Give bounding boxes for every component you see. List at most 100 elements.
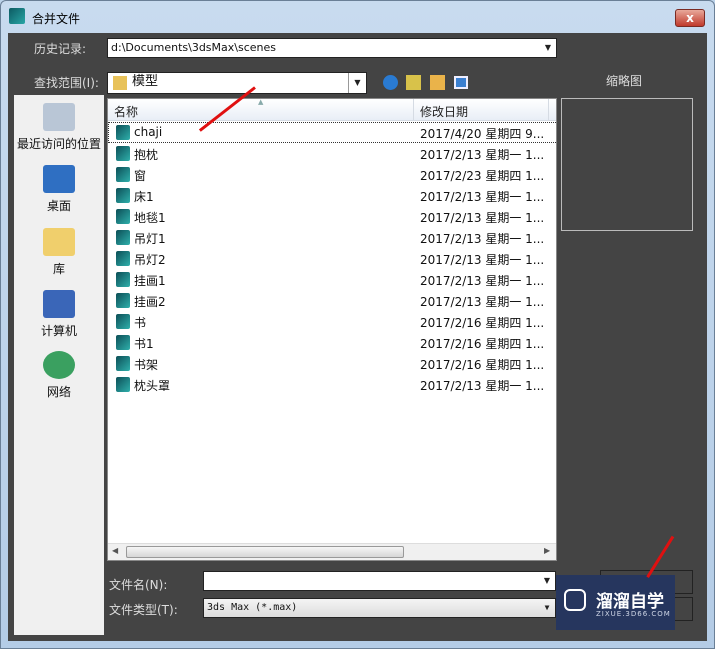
window-title: 合并文件 xyxy=(32,12,81,26)
max-file-icon xyxy=(116,272,130,287)
file-date: 2017/2/13 星期一 1... xyxy=(420,274,545,288)
watermark-url: ZIXUE.3D66.COM xyxy=(596,610,671,618)
file-name: chaji xyxy=(134,125,163,139)
place-label: 桌面 xyxy=(46,199,71,213)
file-date: 2017/2/13 星期一 1... xyxy=(420,190,545,204)
new-folder-icon[interactable] xyxy=(430,75,445,90)
thumbnail-label: 缩略图 xyxy=(606,74,643,88)
file-list[interactable]: 名称 ▲ 修改日期 chaji 2017/4/20 星期四 9... 抱枕 2017/… xyxy=(107,98,557,561)
file-row[interactable]: 抱枕 2017/2/13 星期一 1... xyxy=(108,143,556,164)
place-label: 计算机 xyxy=(40,324,77,338)
place-desktop[interactable]: 桌面 xyxy=(14,165,104,214)
library-icon xyxy=(43,228,75,256)
file-row[interactable]: 窗 2017/2/23 星期四 1... xyxy=(108,164,556,185)
place-network[interactable]: 网络 xyxy=(14,351,104,400)
place-label: 库 xyxy=(52,262,65,276)
file-date: 2017/4/20 星期四 9... xyxy=(420,127,545,141)
file-date: 2017/2/16 星期四 1... xyxy=(420,337,545,351)
max-file-icon xyxy=(116,314,130,329)
file-date: 2017/2/13 星期一 1... xyxy=(420,211,545,225)
scroll-right-icon[interactable]: ▶ xyxy=(544,546,550,555)
max-file-icon xyxy=(116,356,130,371)
file-row[interactable]: 吊灯2 2017/2/13 星期一 1... xyxy=(108,248,556,269)
places-bar: 最近访问的位置 桌面 库 计算机 网络 xyxy=(14,95,104,635)
file-name: 书架 xyxy=(134,358,159,372)
back-icon[interactable] xyxy=(383,75,398,90)
file-row[interactable]: chaji 2017/4/20 星期四 9... xyxy=(108,122,556,143)
list-header: 名称 ▲ 修改日期 xyxy=(108,98,556,121)
chevron-down-icon[interactable]: ▼ xyxy=(539,599,555,617)
close-button[interactable]: x xyxy=(675,9,705,27)
file-row[interactable]: 床1 2017/2/13 星期一 1... xyxy=(108,185,556,206)
recent-places-icon xyxy=(43,103,75,131)
max-file-icon xyxy=(116,251,130,266)
file-name: 窗 xyxy=(134,169,147,183)
file-name: 抱枕 xyxy=(134,148,159,162)
column-header-date[interactable]: 修改日期 xyxy=(420,103,468,120)
filetype-value: 3ds Max (*.max) xyxy=(207,602,298,613)
file-row[interactable]: 地毯1 2017/2/13 星期一 1... xyxy=(108,206,556,227)
chevron-down-icon[interactable]: ▼ xyxy=(540,39,556,57)
place-library[interactable]: 库 xyxy=(14,228,104,277)
watermark: 溜溜自学 ZIXUE.3D66.COM xyxy=(556,575,675,630)
column-divider xyxy=(548,99,549,121)
file-name: 枕头罩 xyxy=(134,379,171,393)
file-row[interactable]: 书1 2017/2/16 星期四 1... xyxy=(108,332,556,353)
computer-icon xyxy=(43,290,75,318)
file-name: 挂画2 xyxy=(134,295,166,309)
file-name: 书 xyxy=(134,316,147,330)
file-name: 挂画1 xyxy=(134,274,166,288)
max-file-icon xyxy=(116,335,130,350)
view-menu-icon[interactable] xyxy=(454,76,468,89)
file-row[interactable]: 挂画2 2017/2/13 星期一 1... xyxy=(108,290,556,311)
play-logo-icon xyxy=(564,589,586,611)
file-date: 2017/2/13 星期一 1... xyxy=(420,295,545,309)
file-row[interactable]: 书架 2017/2/16 星期四 1... xyxy=(108,353,556,374)
watermark-title: 溜溜自学 xyxy=(596,592,664,612)
file-date: 2017/2/13 星期一 1... xyxy=(420,148,545,162)
file-row[interactable]: 书 2017/2/16 星期四 1... xyxy=(108,311,556,332)
max-file-icon xyxy=(116,125,130,140)
place-computer[interactable]: 计算机 xyxy=(14,290,104,339)
place-recent[interactable]: 最近访问的位置 xyxy=(14,103,104,152)
filetype-label: 文件类型(T): xyxy=(109,603,178,617)
file-row[interactable]: 枕头罩 2017/2/13 星期一 1... xyxy=(108,374,556,395)
max-file-icon xyxy=(116,188,130,203)
max-file-icon xyxy=(116,293,130,308)
max-file-icon xyxy=(116,167,130,182)
up-folder-icon[interactable] xyxy=(406,75,421,90)
file-date: 2017/2/13 星期一 1... xyxy=(420,253,545,267)
file-name: 床1 xyxy=(134,190,154,204)
history-combo[interactable]: d:\Documents\3dsMax\scenes ▼ xyxy=(107,38,557,58)
sort-ascending-icon: ▲ xyxy=(258,98,264,106)
column-divider xyxy=(413,99,414,121)
file-date: 2017/2/16 星期四 1... xyxy=(420,358,545,372)
desktop-icon xyxy=(43,165,75,193)
history-label: 历史记录: xyxy=(34,42,87,56)
history-value: d:\Documents\3dsMax\scenes xyxy=(111,41,276,54)
file-date: 2017/2/16 星期四 1... xyxy=(420,316,545,330)
horizontal-scrollbar[interactable]: ◀ ▶ xyxy=(108,543,556,560)
filetype-select[interactable]: 3ds Max (*.max) ▼ xyxy=(203,598,556,618)
file-name: 地毯1 xyxy=(134,211,166,225)
place-label: 最近访问的位置 xyxy=(16,137,101,151)
max-file-icon xyxy=(116,209,130,224)
filename-label: 文件名(N): xyxy=(109,578,168,592)
file-date: 2017/2/13 星期一 1... xyxy=(420,379,545,393)
file-date: 2017/2/13 星期一 1... xyxy=(420,232,545,246)
scroll-left-icon[interactable]: ◀ xyxy=(112,546,118,555)
chevron-down-icon[interactable]: ▼ xyxy=(348,73,366,93)
max-file-icon xyxy=(116,146,130,161)
file-row[interactable]: 吊灯1 2017/2/13 星期一 1... xyxy=(108,227,556,248)
chevron-down-icon[interactable]: ▼ xyxy=(539,572,555,590)
max-file-icon xyxy=(116,230,130,245)
max-file-icon xyxy=(116,377,130,392)
column-header-name[interactable]: 名称 xyxy=(114,103,138,120)
lookin-value: 模型 xyxy=(132,74,159,89)
lookin-combo[interactable]: 模型 ▼ xyxy=(107,72,367,94)
file-name: 书1 xyxy=(134,337,154,351)
filename-input[interactable]: ▼ xyxy=(203,571,556,591)
file-row[interactable]: 挂画1 2017/2/13 星期一 1... xyxy=(108,269,556,290)
scrollbar-thumb[interactable] xyxy=(126,546,404,558)
place-label: 网络 xyxy=(46,385,71,399)
